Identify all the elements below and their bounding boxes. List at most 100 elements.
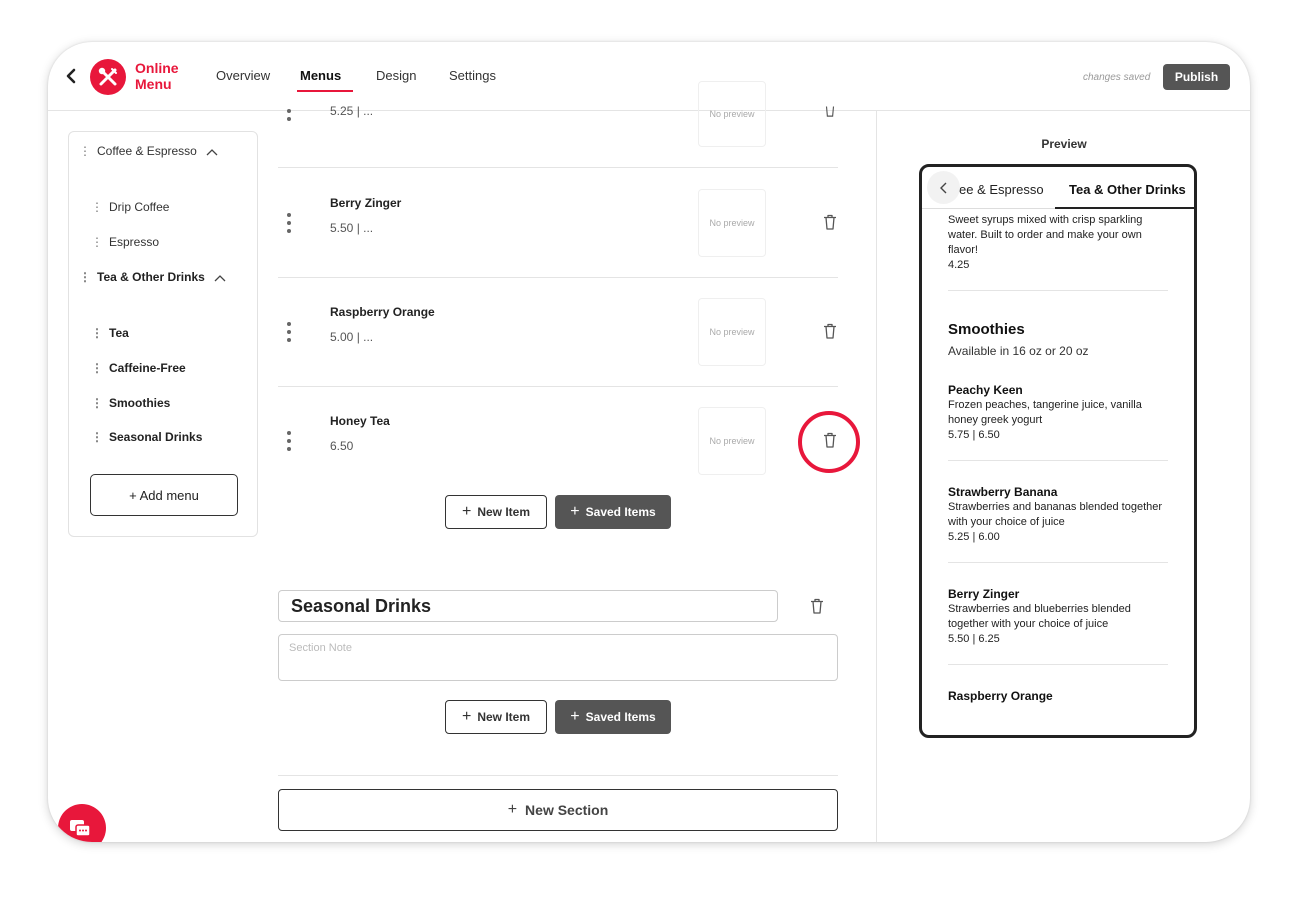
item-name[interactable]: Berry Zinger (330, 196, 401, 210)
sidebar-menu-label: Tea & Other Drinks (97, 270, 205, 284)
item-image-preview[interactable]: No preview (698, 298, 766, 366)
preview-separator (948, 562, 1168, 563)
section-title-input[interactable]: Seasonal Drinks (278, 590, 778, 622)
back-chevron-icon[interactable] (64, 66, 78, 86)
preview-separator (948, 664, 1168, 665)
preview-section-title: Smoothies (948, 321, 1025, 338)
trash-icon[interactable] (823, 214, 837, 230)
preview-item-price: 5.50 | 6.25 (948, 633, 1000, 645)
phone-back-chevron-icon[interactable] (927, 171, 960, 204)
item-image-preview[interactable]: No preview (698, 81, 766, 147)
phone-menu-content: Sweet syrups mixed with crisp sparkling … (948, 209, 1173, 735)
sidebar-menu-tea-other-drinks[interactable]: ⋮ Tea & Other Drinks (79, 270, 226, 284)
item-image-preview[interactable]: No preview (698, 407, 766, 475)
brand-line-1: Online (135, 60, 179, 76)
chat-icon[interactable] (58, 804, 106, 842)
trash-icon[interactable] (823, 323, 837, 339)
sidebar-item-drip-coffee[interactable]: ⋮ Drip Coffee (91, 200, 169, 214)
brand-name: Online Menu (135, 60, 179, 92)
drag-handle-icon: ⋮ (79, 270, 91, 284)
trash-icon[interactable] (823, 432, 837, 448)
drag-handle-icon: ⋮ (91, 361, 103, 375)
plus-icon: + (570, 708, 580, 725)
saved-items-label: Saved Items (585, 505, 656, 519)
item-price[interactable]: 5.00 | ... (330, 330, 373, 344)
preview-item: Raspberry Orange (948, 689, 1173, 704)
plus-icon: + (461, 503, 472, 520)
app-window: Online Menu Overview Menus Design Settin… (48, 42, 1250, 842)
sidebar-item-label: Smoothies (109, 396, 171, 410)
chevron-up-icon[interactable] (206, 148, 218, 156)
section-divider (278, 775, 838, 776)
menu-item-row[interactable]: Berry Zinger 5.50 | ... No preview (278, 169, 838, 278)
saved-items-label: Saved Items (585, 710, 656, 724)
preview-panel: Preview ee & Espresso Tea & Other Drinks… (876, 111, 1250, 842)
item-name[interactable]: Raspberry Orange (330, 305, 435, 319)
new-item-button[interactable]: + New Item (445, 495, 547, 529)
kebab-drag-icon[interactable] (286, 109, 292, 121)
save-status: changes saved (1083, 72, 1151, 83)
phone-preview: ee & Espresso Tea & Other Drinks Sweet s… (919, 164, 1197, 738)
kebab-drag-icon[interactable] (286, 431, 292, 453)
plus-icon: + (570, 503, 580, 520)
preview-label: Preview (1041, 137, 1087, 151)
drag-handle-icon: ⋮ (79, 144, 91, 158)
sidebar-item-smoothies[interactable]: ⋮ Smoothies (91, 396, 170, 410)
preview-item-price: 4.25 (948, 259, 970, 271)
sidebar-item-tea[interactable]: ⋮ Tea (91, 326, 129, 340)
trash-icon[interactable] (823, 103, 837, 117)
preview-item-desc: Frozen peaches, tangerine juice, vanilla… (948, 399, 1142, 426)
drag-handle-icon: ⋮ (91, 200, 103, 214)
saved-items-button[interactable]: + Saved Items (555, 495, 671, 529)
preview-item-desc: Sweet syrups mixed with crisp sparkling … (948, 214, 1143, 256)
menu-item-row[interactable]: Honey Tea 6.50 No preview (278, 387, 838, 496)
trash-icon[interactable] (810, 598, 824, 614)
sidebar-item-seasonal-drinks[interactable]: ⋮ Seasonal Drinks (91, 430, 202, 444)
chevron-up-icon[interactable] (214, 274, 226, 282)
new-item-label: New Item (477, 710, 531, 724)
publish-button[interactable]: Publish (1163, 64, 1230, 90)
sidebar-item-label: Seasonal Drinks (109, 430, 203, 444)
new-section-button[interactable]: + New Section (278, 789, 838, 831)
section-note-input[interactable]: Section Note (278, 634, 838, 681)
plus-icon: + (461, 708, 472, 725)
new-item-label: New Item (477, 505, 531, 519)
brand-line-2: Menu (135, 76, 172, 92)
sidebar-item-label: Tea (109, 326, 129, 340)
preview-separator (948, 460, 1168, 461)
tab-overview[interactable]: Overview (216, 68, 270, 83)
sidebar-item-label: Espresso (109, 235, 160, 249)
phone-tab-coffee-espresso[interactable]: ee & Espresso (959, 182, 1044, 197)
menu-item-row-partial[interactable]: 5.25 | ... No preview (278, 42, 838, 168)
preview-item: Berry Zinger Strawberries and blueberrie… (948, 587, 1173, 647)
sidebar-menu-coffee-espresso[interactable]: ⋮ Coffee & Espresso (79, 144, 218, 158)
preview-item-name: Strawberry Banana (948, 485, 1058, 499)
plus-icon: + (507, 801, 518, 818)
drag-handle-icon: ⋮ (91, 235, 103, 249)
kebab-drag-icon[interactable] (286, 213, 292, 235)
preview-item: Strawberry Banana Strawberries and banan… (948, 485, 1173, 545)
add-menu-button[interactable]: + Add menu (90, 474, 238, 516)
new-item-button[interactable]: + New Item (445, 700, 547, 734)
preview-item-desc: Strawberries and blueberries blended tog… (948, 603, 1131, 630)
drag-handle-icon: ⋮ (91, 430, 103, 444)
item-price: 5.25 | ... (330, 104, 374, 118)
sidebar-menu-label: Coffee & Espresso (97, 144, 197, 158)
preview-separator (948, 290, 1168, 291)
kebab-drag-icon[interactable] (286, 322, 292, 344)
phone-tab-tea-other-drinks[interactable]: Tea & Other Drinks (1069, 182, 1186, 197)
item-price[interactable]: 5.50 | ... (330, 221, 373, 235)
preview-item-price: 5.75 | 6.50 (948, 429, 1000, 441)
item-image-preview[interactable]: No preview (698, 189, 766, 257)
saved-items-button[interactable]: + Saved Items (555, 700, 671, 734)
item-name[interactable]: Honey Tea (330, 414, 390, 428)
utensils-logo-icon (90, 59, 126, 95)
sidebar-item-label: Caffeine-Free (109, 361, 186, 375)
sidebar-item-caffeine-free[interactable]: ⋮ Caffeine-Free (91, 361, 186, 375)
sidebar-item-label: Drip Coffee (109, 200, 170, 214)
menu-item-row[interactable]: Raspberry Orange 5.00 | ... No preview (278, 278, 838, 387)
item-price[interactable]: 6.50 (330, 439, 353, 453)
sidebar-item-espresso[interactable]: ⋮ Espresso (91, 235, 159, 249)
preview-section-note: Available in 16 oz or 20 oz (948, 344, 1089, 358)
new-section-label: New Section (525, 802, 609, 818)
